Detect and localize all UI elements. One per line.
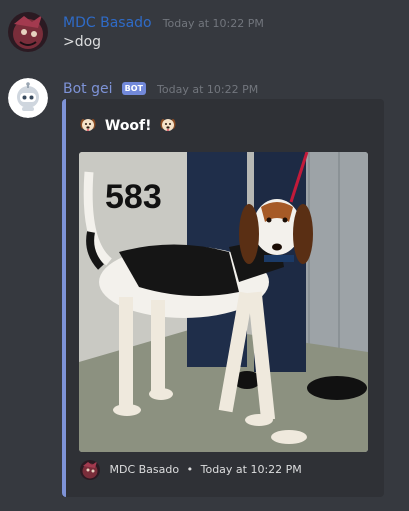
embed-accent-bar — [62, 99, 66, 497]
footer-separator: • — [186, 463, 194, 476]
embed-footer: MDC Basado • Today at 10:22 PM — [80, 460, 302, 480]
embed-image[interactable]: 583 — [79, 152, 368, 452]
bot-author-name[interactable]: Bot gei — [63, 81, 113, 97]
bot-avatar[interactable] — [8, 78, 48, 118]
footer-timestamp: Today at 10:22 PM — [200, 463, 302, 476]
dog-face-icon — [160, 117, 176, 133]
user-avatar[interactable] — [8, 12, 48, 52]
message-timestamp: Today at 10:22 PM — [157, 83, 259, 96]
photo-number-label: 583 — [105, 178, 162, 216]
bot-badge: BOT — [121, 82, 146, 95]
message-timestamp: Today at 10:22 PM — [162, 17, 264, 30]
embed-title[interactable]: Woof! — [105, 118, 152, 134]
footer-avatar — [80, 460, 100, 480]
footer-author: MDC Basado — [109, 463, 180, 476]
embed-title-row: Woof! — [80, 117, 176, 134]
author-name[interactable]: MDC Basado — [63, 15, 152, 31]
dog-face-icon — [80, 117, 96, 133]
message-text: >dog — [63, 34, 102, 50]
message-mdc-basado: MDC Basado Today at 10:22 PM >dog — [0, 0, 409, 70]
